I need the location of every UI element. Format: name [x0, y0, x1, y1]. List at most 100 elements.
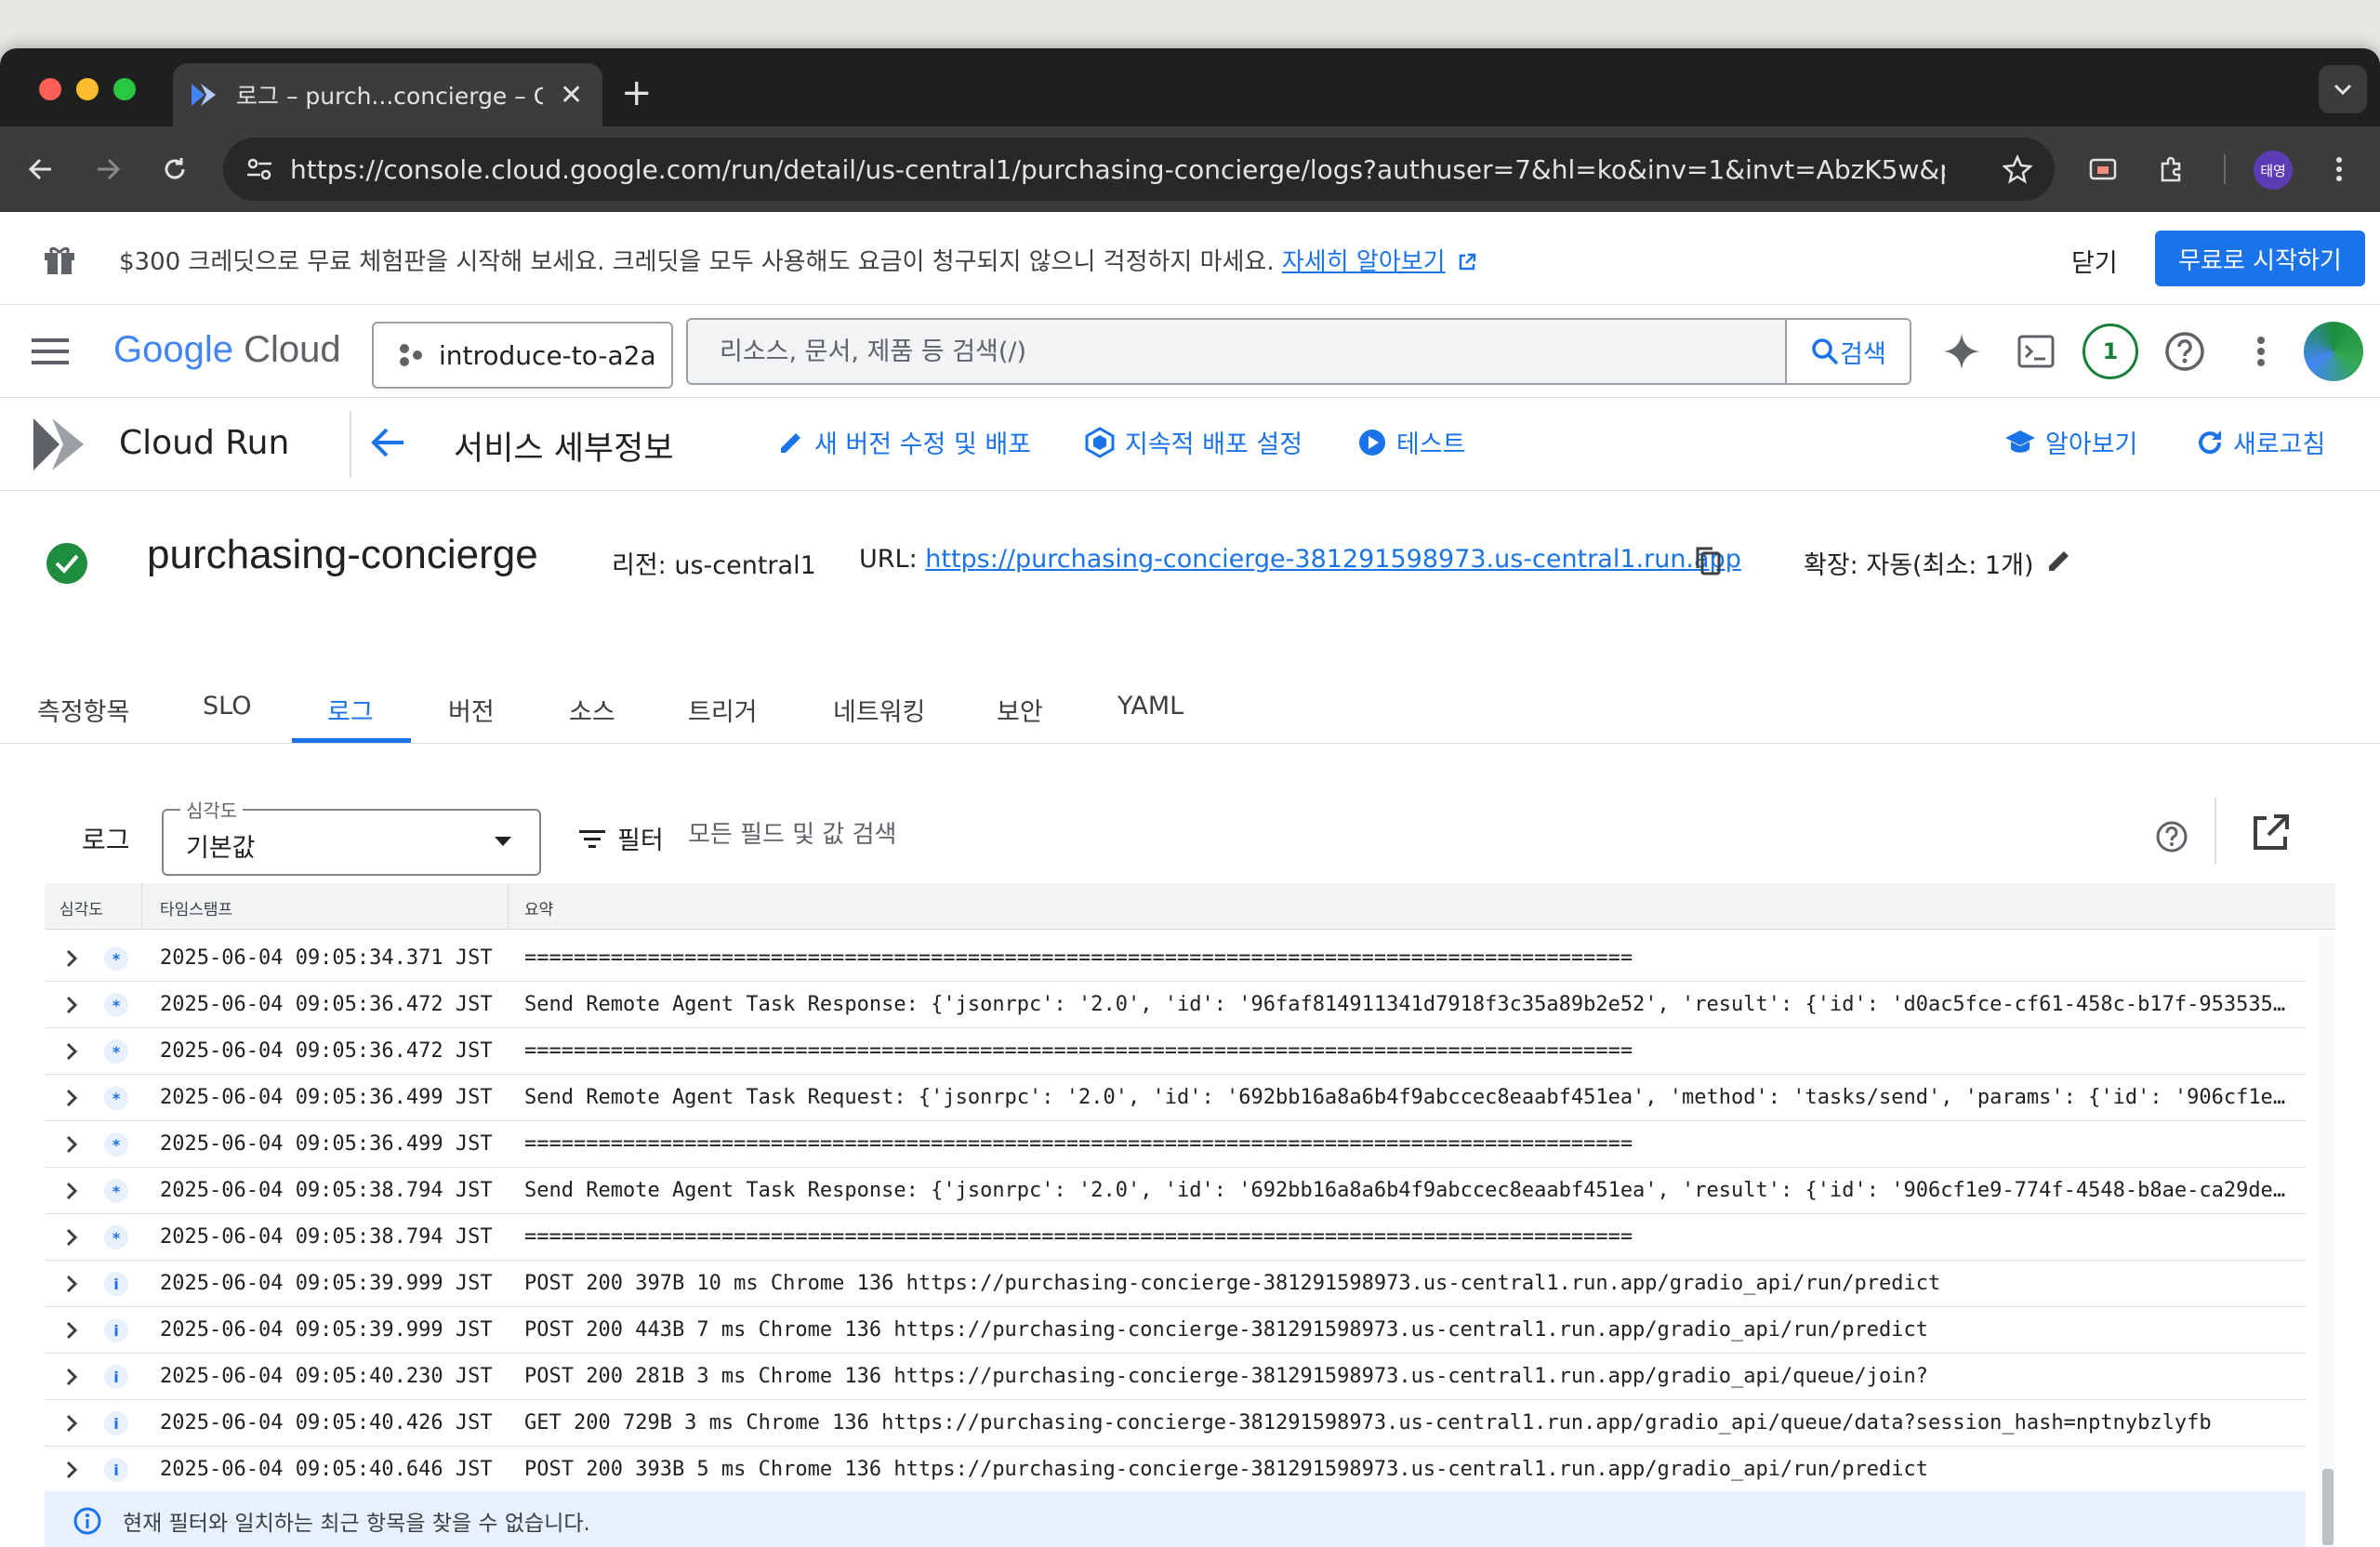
log-row[interactable]: i 2025-06-04 09:05:39.999 JST POST 200 397… [45, 1261, 2306, 1307]
tab-yaml[interactable]: YAML [1117, 692, 1183, 721]
back-button[interactable] [22, 151, 60, 188]
address-bar[interactable]: https://console.cloud.google.com/run/det… [223, 138, 2055, 201]
notifications-badge[interactable]: 1 [2082, 324, 2138, 379]
log-summary: POST 200 397B 10 ms Chrome 136 https://p… [524, 1272, 1941, 1295]
log-row[interactable]: * 2025-06-04 09:05:38.794 JST ============… [45, 1214, 2306, 1261]
browser-tab[interactable]: 로그 – purch...concierge – Clou ✕ [173, 63, 602, 126]
severity-icon: * [104, 1039, 128, 1064]
browser-menu-button[interactable] [2320, 151, 2358, 188]
url-label: URL: [859, 545, 926, 574]
column-separator [508, 883, 509, 930]
filter-input[interactable] [688, 816, 1432, 853]
expand-chevron-icon[interactable] [61, 1227, 82, 1248]
project-nodes-icon [400, 344, 422, 366]
test-button[interactable]: 테스트 [1357, 424, 1466, 460]
external-link-icon [1459, 253, 1476, 271]
tab-strip: 로그 – purch...concierge – Clou ✕ + [0, 48, 2380, 126]
help-button[interactable] [2159, 325, 2211, 377]
bookmark-star-icon[interactable] [2003, 154, 2032, 184]
expand-chevron-icon[interactable] [61, 1274, 82, 1294]
copy-icon[interactable] [1694, 545, 1722, 576]
search-input[interactable] [688, 320, 1785, 383]
gift-icon [45, 246, 74, 274]
expand-chevron-icon[interactable] [61, 948, 82, 969]
expand-chevron-icon[interactable] [61, 1181, 82, 1201]
expand-chevron-icon[interactable] [61, 1320, 82, 1341]
expand-chevron-icon[interactable] [61, 1041, 82, 1062]
google-cloud-logo[interactable]: Google Cloud [113, 329, 341, 371]
check-icon [55, 554, 79, 574]
edit-scaling-pencil-icon[interactable] [2045, 547, 2073, 575]
service-url-row: URL: https://purchasing-concierge-381291… [859, 545, 1741, 574]
more-options-button[interactable] [2235, 325, 2287, 377]
service-url-link[interactable]: https://purchasing-concierge-38129159897… [925, 545, 1741, 574]
log-row[interactable]: * 2025-06-04 09:05:36.472 JST Send Remote … [45, 982, 2306, 1028]
expand-chevron-icon[interactable] [61, 1460, 82, 1480]
refresh-button[interactable]: 새로고침 [2196, 424, 2325, 460]
media-button[interactable] [2084, 151, 2122, 188]
edit-deploy-button[interactable]: 새 버전 수정 및 배포 [777, 424, 1031, 460]
log-row[interactable]: i 2025-06-04 09:05:40.426 JST GET 200 729B… [45, 1400, 2306, 1447]
profile-avatar[interactable]: 태영 [2254, 151, 2293, 190]
new-tab-button[interactable]: + [621, 74, 653, 112]
log-row[interactable]: * 2025-06-04 09:05:34.371 JST ============… [45, 935, 2306, 982]
cloud-shell-button[interactable] [2010, 325, 2062, 377]
toolbar-divider [2215, 798, 2216, 865]
minimize-window-button[interactable] [76, 78, 99, 100]
log-scrollbar[interactable] [2319, 935, 2335, 1547]
extensions-button[interactable] [2153, 151, 2190, 188]
expand-chevron-icon[interactable] [61, 995, 82, 1015]
search-button[interactable]: 검색 [1785, 320, 1910, 383]
tab-revisions[interactable]: 버전 [448, 692, 495, 728]
hamburger-menu-icon[interactable] [32, 337, 69, 366]
account-avatar[interactable] [2304, 322, 2363, 381]
expand-chevron-icon[interactable] [61, 1413, 82, 1434]
log-row[interactable]: * 2025-06-04 09:05:36.499 JST ============… [45, 1121, 2306, 1168]
log-row[interactable]: i 2025-06-04 09:05:39.999 JST POST 200 443… [45, 1307, 2306, 1354]
expand-chevron-icon[interactable] [61, 1134, 82, 1155]
dismiss-banner-button[interactable]: 닫기 [2071, 243, 2118, 279]
logs-help-icon[interactable] [2153, 818, 2190, 855]
severity-select[interactable]: 심각도 기본값 [162, 796, 541, 876]
severity-icon: i [104, 1318, 128, 1342]
back-arrow-icon[interactable] [366, 420, 411, 465]
log-summary: POST 200 393B 5 ms Chrome 136 https://pu… [524, 1458, 1928, 1481]
log-row[interactable]: * 2025-06-04 09:05:36.472 JST ============… [45, 1028, 2306, 1075]
tab-triggers[interactable]: 트리거 [688, 692, 758, 728]
log-row[interactable]: i 2025-06-04 09:05:40.646 JST POST 200 393… [45, 1447, 2306, 1493]
gemini-button[interactable] [1936, 325, 1988, 377]
reload-button[interactable] [156, 151, 193, 188]
continuous-deploy-button[interactable]: 지속적 배포 설정 [1084, 424, 1302, 460]
log-timestamp: 2025-06-04 09:05:40.646 JST [160, 1458, 493, 1481]
project-selector[interactable]: introduce-to-a2a [372, 322, 673, 389]
severity-icon: * [104, 1132, 128, 1157]
site-settings-icon[interactable] [245, 156, 273, 182]
log-row[interactable]: i 2025-06-04 09:05:40.230 JST POST 200 281… [45, 1354, 2306, 1400]
tab-security[interactable]: 보안 [997, 692, 1043, 728]
tab-metrics[interactable]: 측정항목 [37, 692, 129, 728]
log-row[interactable]: * 2025-06-04 09:05:38.794 JST Send Remote … [45, 1168, 2306, 1214]
column-timestamp[interactable]: 타임스탬프 [160, 896, 232, 919]
tab-search-button[interactable] [2319, 65, 2367, 113]
column-severity[interactable]: 심각도 [60, 896, 103, 919]
expand-chevron-icon[interactable] [61, 1367, 82, 1387]
tab-source[interactable]: 소스 [569, 692, 615, 728]
close-tab-icon[interactable]: ✕ [560, 79, 583, 112]
play-circle-icon [1359, 429, 1385, 456]
column-summary[interactable]: 요약 [524, 896, 553, 919]
more-vert-icon [2336, 157, 2342, 181]
close-window-button[interactable] [39, 78, 61, 100]
expand-chevron-icon[interactable] [61, 1088, 82, 1108]
tab-networking[interactable]: 네트워킹 [833, 692, 925, 728]
maximize-window-button[interactable] [113, 78, 136, 100]
filter-button[interactable]: 필터 [578, 820, 664, 856]
start-free-button[interactable]: 무료로 시작하기 [2155, 231, 2365, 286]
scroll-thumb[interactable] [2322, 1469, 2334, 1545]
tab-logs[interactable]: 로그 [327, 692, 374, 728]
log-row[interactable]: * 2025-06-04 09:05:36.499 JST Send Remote … [45, 1075, 2306, 1121]
tab-slo[interactable]: SLO [203, 692, 251, 721]
forward-button[interactable] [89, 151, 126, 188]
learn-more-link[interactable]: 자세히 알아보기 [1282, 248, 1446, 276]
open-in-new-icon[interactable] [2248, 811, 2293, 855]
learn-button[interactable]: 알아보기 [2004, 424, 2137, 460]
